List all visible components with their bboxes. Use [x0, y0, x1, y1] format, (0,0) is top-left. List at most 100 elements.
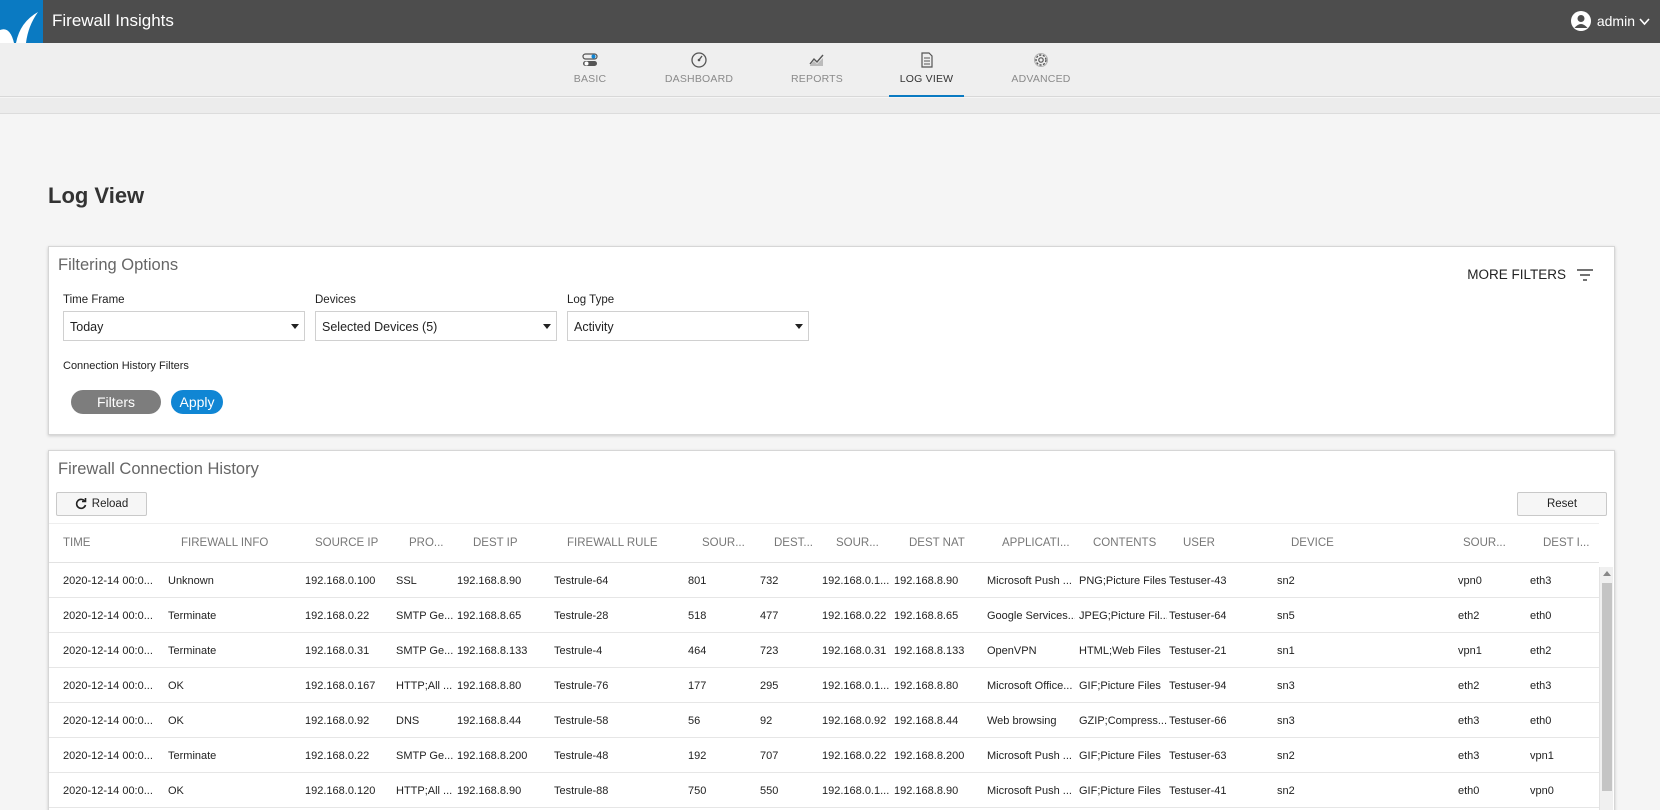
log-type-value: Activity [574, 320, 614, 334]
cell-source-interface: vpn0 [1458, 575, 1482, 587]
column-header[interactable]: APPLICATI... [1002, 537, 1070, 549]
cell-dest-ip: 192.168.8.133 [457, 645, 528, 657]
cell-dest-interface: eth2 [1530, 645, 1552, 657]
main-nav: BASIC DASHBOARD REPORTS LOG VIEW ADVANCE… [0, 43, 1660, 97]
cell-device: sn2 [1277, 785, 1295, 797]
connection-history-filters-label: Connection History Filters [63, 360, 189, 372]
column-header[interactable]: DEST NAT [909, 537, 965, 549]
cell-source-nat: 192.168.0.92 [822, 715, 887, 727]
cell-application: Web browsing [987, 715, 1057, 727]
cell-source-ip: 192.168.0.92 [305, 715, 370, 727]
table-row[interactable]: 2020-12-14 00:0... OK 192.168.0.167 HTTP;Al… [49, 668, 1599, 703]
more-filters-button[interactable]: MORE FILTERS [1467, 267, 1594, 282]
user-menu[interactable]: admin [1570, 10, 1650, 32]
scroll-up-icon[interactable] [1603, 571, 1611, 576]
cell-source-ip: 192.168.0.22 [305, 610, 370, 622]
cell-source-ip: 192.168.0.167 [305, 680, 376, 692]
column-header[interactable]: TIME [63, 537, 90, 549]
cell-protocol: HTTP;All ... [396, 680, 453, 692]
cell-source-nat: 192.168.0.1... [822, 680, 890, 692]
dropdown-arrow-icon [543, 324, 551, 329]
tab-label: ADVANCED [1011, 73, 1071, 85]
column-header[interactable]: FIREWALL RULE [567, 537, 658, 549]
table-row[interactable]: 2020-12-14 00:0... Terminate 192.168.0.22 S… [49, 738, 1599, 773]
scroll-thumb[interactable] [1602, 583, 1612, 791]
column-header[interactable]: SOUR... [702, 537, 745, 549]
reload-button[interactable]: Reload [56, 492, 147, 516]
cell-dest-port: 295 [760, 680, 779, 692]
sub-header-strip [0, 98, 1660, 114]
tab-reports[interactable]: REPORTS [790, 43, 844, 97]
cell-device: sn3 [1277, 715, 1295, 727]
tab-log-view[interactable]: LOG VIEW [889, 43, 964, 97]
cell-time: 2020-12-14 00:0... [63, 715, 153, 727]
cell-dest-ip: 192.168.8.200 [457, 750, 528, 762]
cell-source-interface: eth3 [1458, 715, 1480, 727]
cell-source-ip: 192.168.0.31 [305, 645, 370, 657]
cell-dest-ip: 192.168.8.65 [457, 610, 522, 622]
column-header[interactable]: USER [1183, 537, 1215, 549]
cell-application: Microsoft Push ... [987, 785, 1072, 797]
column-header[interactable]: DEST IP [473, 537, 518, 549]
cell-source-ip: 192.168.0.100 [305, 575, 376, 587]
tab-label: REPORTS [791, 73, 843, 85]
table-header: TIME FIREWALL INFO SOURCE IP PRO... DEST… [49, 523, 1599, 563]
column-header[interactable]: CONTENTS [1093, 537, 1156, 549]
table-scrollbar[interactable] [1599, 567, 1613, 810]
cell-protocol: SMTP Ge... [396, 645, 453, 657]
table-row[interactable]: 2020-12-14 00:0... Terminate 192.168.0.22 S… [49, 598, 1599, 633]
cell-dest-nat: 192.168.8.44 [894, 715, 959, 727]
cell-dest-interface: eth3 [1530, 680, 1552, 692]
column-header[interactable]: SOUR... [836, 537, 879, 549]
filters-button[interactable]: Filters [71, 390, 161, 414]
more-filters-label: MORE FILTERS [1467, 267, 1566, 282]
table-row[interactable]: 2020-12-14 00:0... Terminate 192.168.0.31 S… [49, 633, 1599, 668]
cell-dest-ip: 192.168.8.90 [457, 785, 522, 797]
table-row[interactable]: 2020-12-14 00:0... OK 192.168.0.120 HTTP;Al… [49, 773, 1599, 808]
cell-contents: JPEG;Picture Fil... [1079, 610, 1167, 622]
cell-user: Testuser-94 [1169, 680, 1227, 692]
apply-button[interactable]: Apply [171, 390, 223, 414]
cell-time: 2020-12-14 00:0... [63, 750, 153, 762]
column-header[interactable]: DEST... [774, 537, 813, 549]
cell-contents: GZIP;Compress... [1079, 715, 1167, 727]
tab-basic[interactable]: BASIC [565, 43, 615, 97]
table-row[interactable]: 2020-12-14 00:0... Unknown 192.168.0.100 SS… [49, 563, 1599, 598]
time-frame-label: Time Frame [63, 294, 125, 306]
column-header[interactable]: DEST I... [1543, 537, 1589, 549]
column-header[interactable]: SOURCE IP [315, 537, 378, 549]
page-title: Log View [48, 183, 145, 208]
column-header[interactable]: PRO... [409, 537, 444, 549]
cell-user: Testuser-41 [1169, 785, 1227, 797]
cell-source-ip: 192.168.0.120 [305, 785, 376, 797]
barracuda-logo-icon[interactable] [0, 0, 43, 43]
cell-source-port: 750 [688, 785, 707, 797]
chevron-down-icon [1639, 13, 1650, 29]
speedometer-icon [690, 51, 708, 69]
column-header[interactable]: SOUR... [1463, 537, 1506, 549]
reload-label: Reload [91, 498, 129, 510]
tab-advanced[interactable]: ADVANCED [1010, 43, 1072, 97]
tab-dashboard[interactable]: DASHBOARD [662, 43, 736, 97]
cell-application: Microsoft Office... [987, 680, 1073, 692]
cell-dest-interface: eth0 [1530, 715, 1552, 727]
table-row[interactable]: 2020-12-14 00:0... OK 192.168.0.92 DNS 192.1… [49, 703, 1599, 738]
app-title: Firewall Insights [52, 11, 174, 30]
devices-label: Devices [315, 294, 356, 306]
cell-firewall-rule: Testrule-76 [554, 680, 609, 692]
time-frame-select[interactable]: Today [63, 311, 305, 341]
log-type-select[interactable]: Activity [567, 311, 809, 341]
column-header[interactable]: FIREWALL INFO [181, 537, 268, 549]
cell-source-port: 518 [688, 610, 707, 622]
cell-application: Google Services... [987, 610, 1075, 622]
cell-user: Testuser-43 [1169, 575, 1227, 587]
cell-contents: GIF;Picture Files [1079, 750, 1161, 762]
cell-dest-interface: eth3 [1530, 575, 1552, 587]
dropdown-arrow-icon [795, 324, 803, 329]
cell-dest-port: 723 [760, 645, 779, 657]
reset-button[interactable]: Reset [1517, 492, 1607, 516]
cell-protocol: DNS [396, 715, 420, 727]
devices-select[interactable]: Selected Devices (5) [315, 311, 557, 341]
cell-source-interface: eth3 [1458, 750, 1480, 762]
column-header[interactable]: DEVICE [1291, 537, 1334, 549]
